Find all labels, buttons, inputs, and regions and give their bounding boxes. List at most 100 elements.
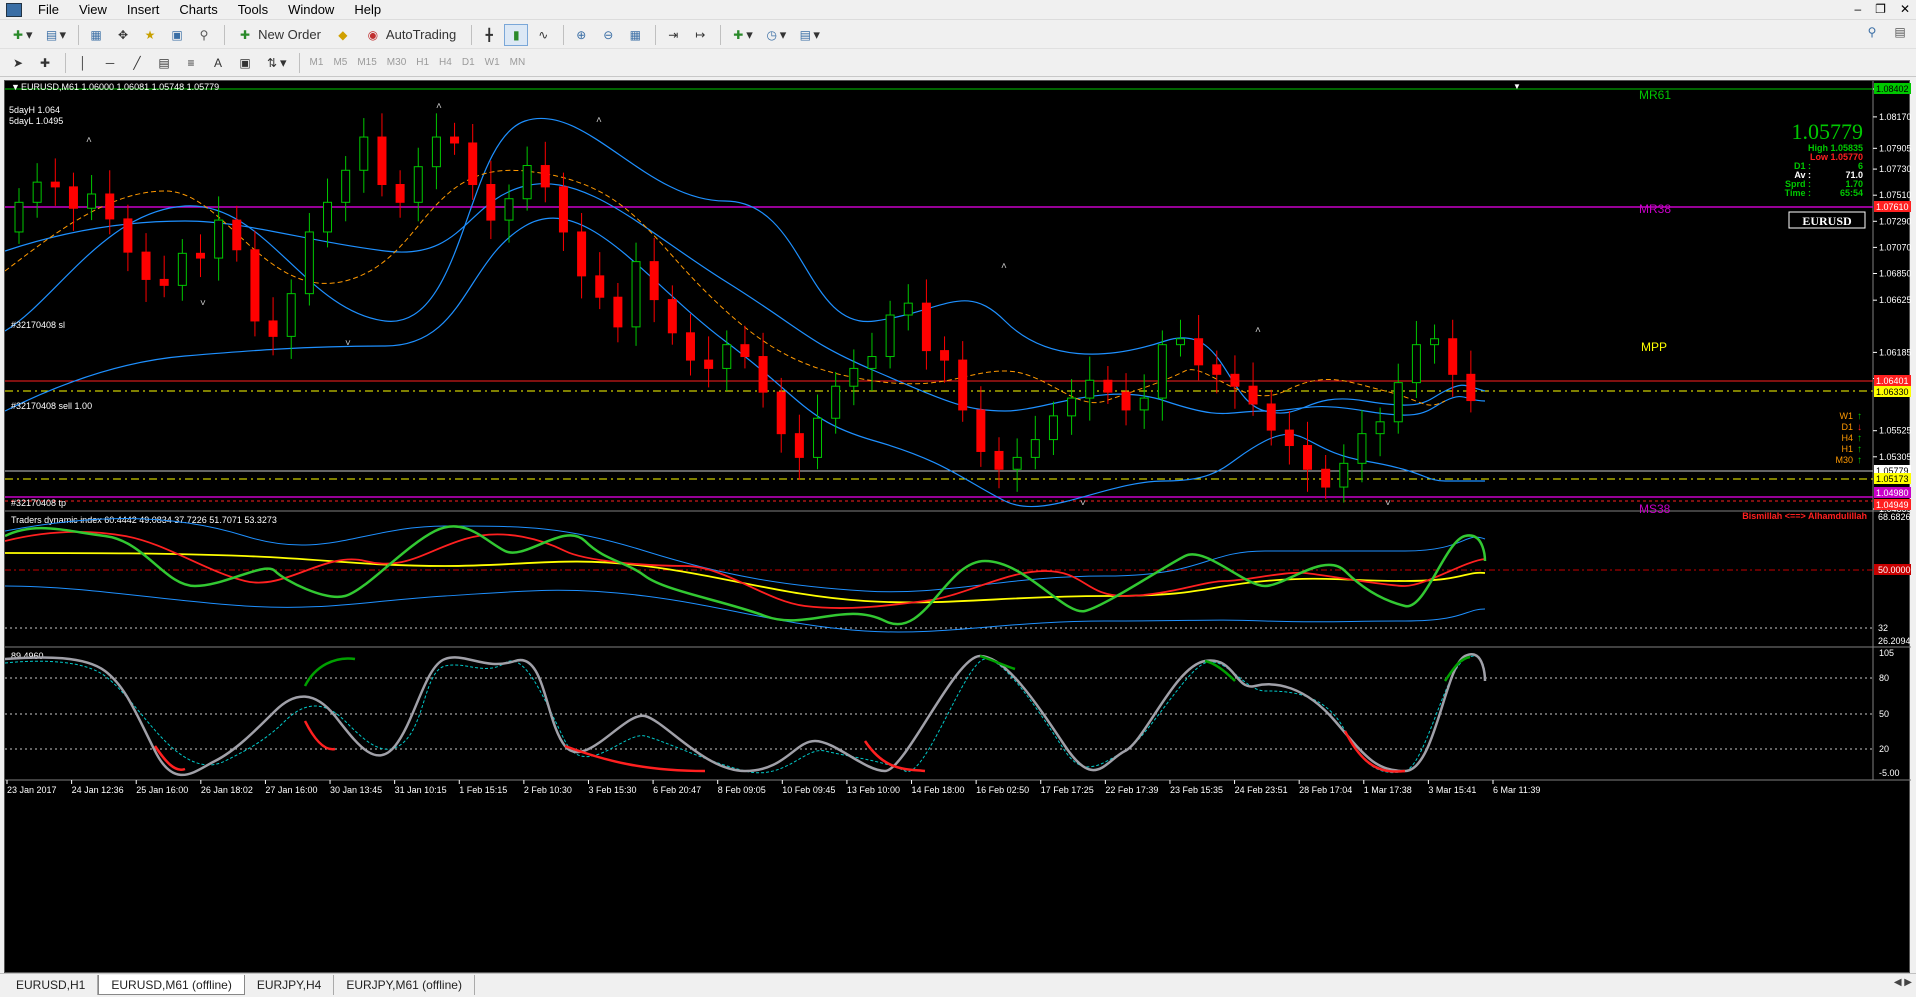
cursor-icon: ➤ [12, 55, 24, 70]
text-label-icon: ▣ [239, 55, 251, 70]
menu-charts[interactable]: Charts [169, 0, 227, 20]
new-chart-icon: ✚ [12, 27, 24, 42]
candle-body [14, 201, 24, 233]
stoch-zone-segment [303, 720, 336, 751]
minimize-icon[interactable]: – [1854, 2, 1861, 16]
chart-canvas[interactable]: ˄ ˄ ˄ ˄ ˄ ˅ ˅ ˅ ˅ ▼ EURUSD,M61 1.06000 1… [5, 81, 1911, 974]
menu-view[interactable]: View [69, 0, 117, 20]
tf-h1[interactable]: H1 [411, 53, 434, 73]
tab-eurusd-m61[interactable]: EURUSD,M61 (offline) [98, 975, 245, 995]
tab-eurusd-h1[interactable]: EURUSD,H1 [4, 975, 99, 995]
time-tick-label: 22 Feb 17:39 [1105, 785, 1158, 795]
vertical-line-button[interactable]: │ [71, 52, 95, 74]
bar-chart-icon: ╋ [485, 27, 493, 42]
price-axis: 1.084051.081701.079051.077301.075101.072… [1873, 84, 1911, 514]
candle-body [177, 252, 187, 286]
new-order-button[interactable]: ✚ New Order [230, 24, 328, 46]
toolbar-separator [78, 24, 80, 45]
chart-window[interactable]: ˄ ˄ ˄ ˄ ˄ ˅ ˅ ˅ ˅ ▼ EURUSD,M61 1.06000 1… [4, 80, 1911, 974]
tf-m30[interactable]: M30 [382, 53, 411, 73]
tab-eurjpy-m61[interactable]: EURJPY,M61 (offline) [334, 975, 475, 995]
text-button[interactable]: A [206, 52, 230, 74]
chart-tabs: EURUSD,H1 EURUSD,M61 (offline) EURJPY,H4… [0, 973, 1916, 997]
indicators-button[interactable]: ✚ ▾ [726, 24, 757, 46]
new-chart-button[interactable]: ✚ ▾ [6, 24, 37, 46]
candle-body [195, 252, 205, 259]
candle-body [87, 193, 97, 209]
line-chart-button[interactable]: ∿ [531, 24, 555, 46]
tf-m5[interactable]: M5 [328, 53, 352, 73]
candle-body [359, 136, 369, 171]
channel-button[interactable]: ▤ [152, 52, 176, 74]
chart-menu-icon[interactable]: ▼ [11, 82, 20, 92]
periods-button[interactable]: ◷ ▾ [760, 24, 791, 46]
candle-body [1339, 462, 1349, 488]
tf-w1[interactable]: W1 [480, 53, 505, 73]
tdi-signal-line [5, 530, 1486, 609]
candle-body [722, 344, 732, 369]
fractal-down-icon: ˅ [1385, 498, 1391, 509]
time-tick-label: 6 Mar 11:39 [1493, 785, 1540, 795]
menu-help[interactable]: Help [344, 0, 391, 20]
close-icon[interactable]: ✕ [1900, 2, 1910, 16]
candle-body [105, 193, 115, 220]
tf-d1[interactable]: D1 [457, 53, 480, 73]
menu-window[interactable]: Window [278, 0, 344, 20]
candle-body [776, 391, 786, 435]
auto-scroll-button[interactable]: ↦ [688, 24, 712, 46]
restore-icon[interactable]: ❐ [1875, 2, 1886, 16]
metaeditor-button[interactable]: ◆ [331, 24, 355, 46]
menu-file[interactable]: File [28, 0, 69, 20]
tab-scroll-icon[interactable]: ◀ ▶ [1894, 977, 1912, 988]
candle-body [1303, 445, 1313, 470]
candle-body [159, 278, 169, 286]
profiles-button[interactable]: ▤ ▾ [40, 24, 71, 46]
five-day-high: 5dayH 1.064 [9, 105, 60, 115]
fibonacci-button[interactable]: ≡ [179, 52, 203, 74]
tab-eurjpy-h4[interactable]: EURJPY,H4 [245, 975, 335, 995]
order-tp-label: #32170408 tp [11, 498, 66, 508]
candle-body [1139, 397, 1149, 411]
mr61-label: MR61 [1639, 88, 1671, 102]
candlestick-button[interactable]: ▮ [504, 23, 529, 46]
tile-windows-button[interactable]: ▦ [623, 24, 647, 46]
arrow-down-icon: ↓ [1857, 422, 1862, 433]
menu-tools[interactable]: Tools [228, 0, 278, 20]
trendline-button[interactable]: ╱ [125, 52, 149, 74]
chart-shift-button[interactable]: ⇥ [661, 24, 685, 46]
chart-shift-marker-icon[interactable]: ▼ [1513, 82, 1521, 91]
tdi-tick-label: 50.0000 [1878, 565, 1911, 575]
tf-h4[interactable]: H4 [434, 53, 457, 73]
tf-m15[interactable]: M15 [352, 53, 381, 73]
strategy-tester-button[interactable]: ⚲ [192, 24, 216, 46]
arrows-button[interactable]: ⇅ ▾ [260, 52, 291, 74]
channel-icon: ▤ [158, 55, 170, 70]
zoom-out-button[interactable]: ⊖ [596, 24, 620, 46]
cursor-button[interactable]: ➤ [6, 52, 30, 74]
templates-button[interactable]: ▤ ▾ [793, 24, 824, 46]
crosshair-button[interactable]: ✚ [33, 52, 57, 74]
price-tick-label: 1.07510 [1879, 190, 1911, 200]
tf-mn[interactable]: MN [505, 53, 531, 73]
text-label-button[interactable]: ▣ [233, 52, 257, 74]
indicators-icon: ✚ [733, 27, 744, 42]
menu-insert[interactable]: Insert [117, 0, 170, 20]
terminal-button[interactable]: ▣ [165, 24, 189, 46]
zoom-in-button[interactable]: ⊕ [569, 24, 593, 46]
navigator-button[interactable]: ★ [138, 24, 162, 46]
candle-body [1357, 433, 1367, 464]
toolbar-separator [65, 52, 66, 73]
time-tick-label: 3 Feb 15:30 [588, 785, 636, 795]
search-icon[interactable]: ⚲ [1864, 25, 1880, 39]
autotrading-icon: ◉ [367, 27, 379, 42]
community-icon[interactable]: ▤ [1892, 25, 1908, 39]
bar-chart-button[interactable]: ╋ [477, 24, 501, 46]
horizontal-line-button[interactable]: ─ [98, 52, 122, 74]
candle-body [976, 409, 986, 452]
arrow-up-icon: ↑ [1857, 455, 1862, 466]
data-window-button[interactable]: ✥ [111, 24, 135, 46]
market-watch-button[interactable]: ▦ [84, 24, 108, 46]
tf-m1[interactable]: M1 [305, 53, 329, 73]
candle-body [1393, 382, 1403, 423]
autotrading-button[interactable]: ◉ AutoTrading [358, 24, 463, 46]
